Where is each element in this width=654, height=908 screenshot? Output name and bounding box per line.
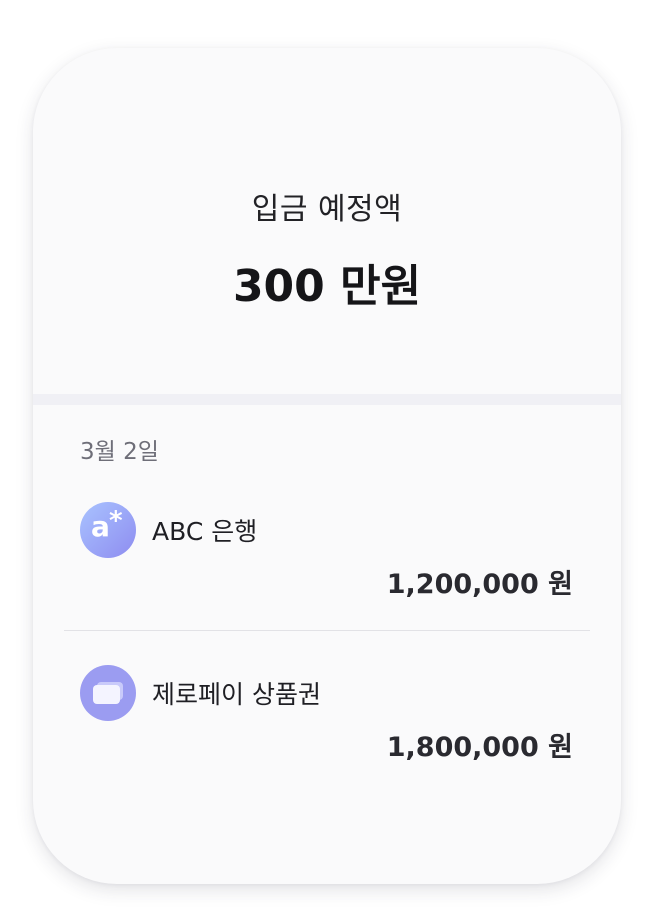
deposit-amount: 1,800,000 원	[386, 732, 573, 763]
deposit-source-name: ABC 은행	[152, 517, 258, 546]
deposit-item-zeropay-gift-card[interactable]: 제로페이 상품권 1,800,000 원	[33, 663, 621, 773]
deposit-item-abc-bank[interactable]: a * ABC 은행 1,200,000 원	[33, 500, 621, 610]
bank-logo-icon: a *	[80, 502, 136, 558]
deposit-date: 3월 2일	[80, 439, 159, 465]
section-divider	[33, 394, 621, 405]
list-divider	[64, 630, 590, 631]
expected-deposit-amount: 300 만원	[232, 261, 422, 312]
deposit-summary-card: 입금 예정액 300 만원 3월 2일 a * ABC 은행 1,200,000 …	[33, 48, 621, 884]
deposit-summary-header: 입금 예정액 300 만원	[33, 48, 621, 394]
gift-card-icon	[80, 665, 136, 721]
deposit-amount: 1,200,000 원	[386, 569, 573, 600]
deposit-source-name: 제로페이 상품권	[152, 680, 321, 709]
expected-deposit-label: 입금 예정액	[251, 192, 403, 227]
